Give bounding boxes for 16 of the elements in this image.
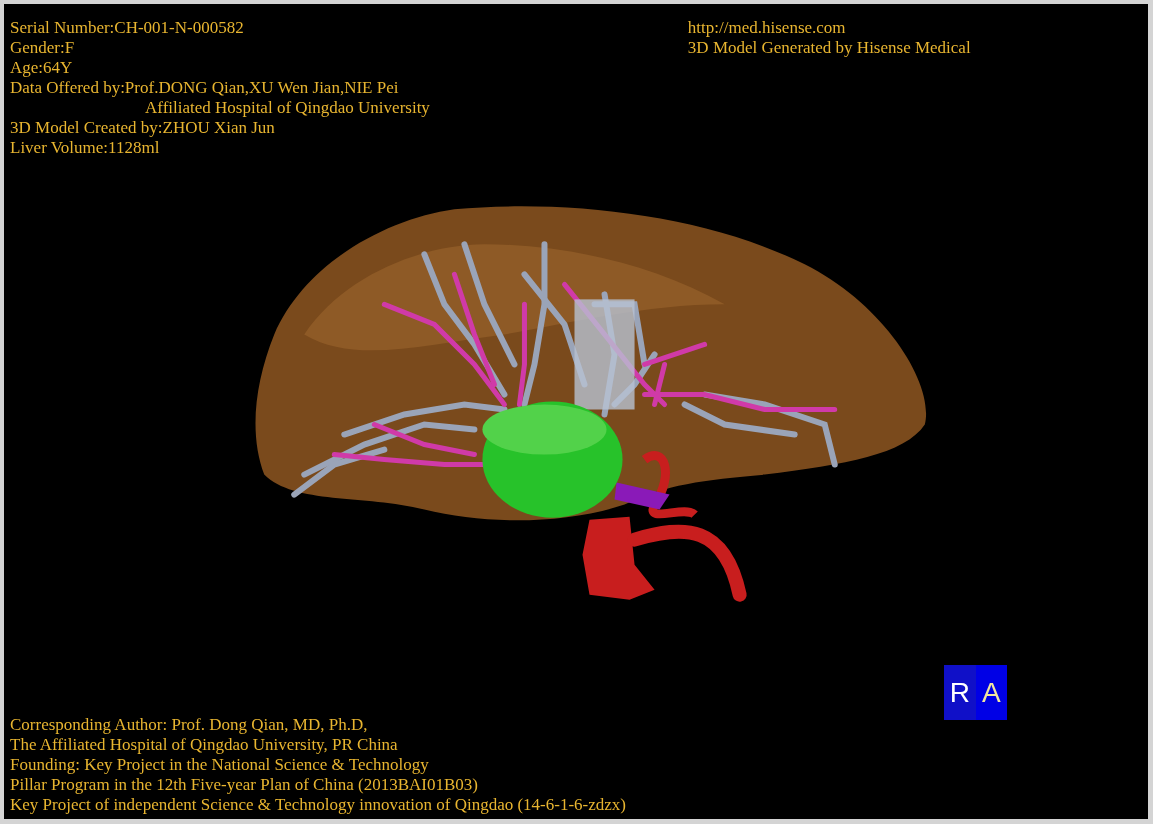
info-text: Affiliated Hospital of Qingdao University: [145, 98, 430, 118]
credit-text: Key Project of independent Science & Technology innovation of Qingdao (14-6-1-6-zdzx): [10, 795, 626, 815]
info-text: Age:64Y: [10, 58, 73, 78]
axis-label: R: [944, 665, 976, 720]
info-text: Data Offered by:Prof.DONG Qian,XU Wen Jian,NIE Pei: [10, 78, 399, 98]
credit-text: The Affiliated Hospital of Qingdao University, PR China: [10, 735, 398, 755]
info-text: Serial Number:CH-001-N-000582: [10, 18, 244, 38]
axis-label: A: [975, 665, 1007, 720]
credit-text: Pillar Program in the 12th Five-year Plan of China (2013BAI01B03): [10, 775, 478, 795]
credit-text: Founding: Key Project in the National Science & Technology: [10, 755, 429, 775]
info-text: Gender:F: [10, 38, 75, 58]
info-text: Liver Volume:1128ml: [10, 138, 160, 158]
info-text: http://med.hisense.com: [687, 18, 846, 38]
info-text: 3D Model Generated by Hisense Medical: [687, 38, 971, 58]
info-text: 3D Model Created by:ZHOU Xian Jun: [10, 118, 275, 138]
credit-text: Corresponding Author: Prof. Dong Qian, MD, Ph.D,: [10, 715, 368, 735]
